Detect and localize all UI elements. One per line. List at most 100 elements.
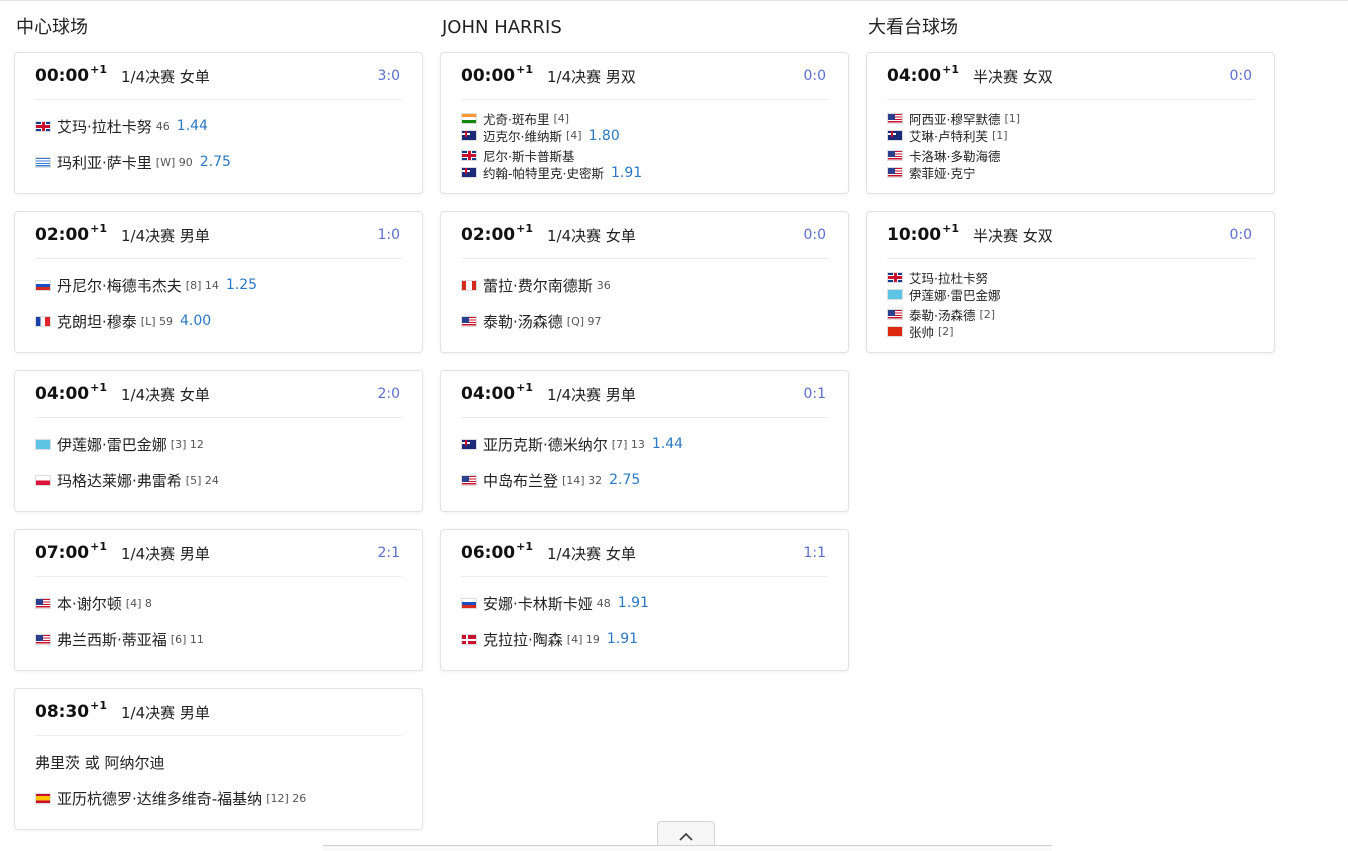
match-card[interactable]: 06:00+1 1/4决赛 女单 1:1 安娜·卡林斯卡娅 48 1.91 克拉拉·陶森 [4… xyxy=(440,529,849,671)
players-list: 阿西亚·穆罕默德 [1] 艾琳·卢特利芙 [1] 卡洛琳·多勒海德 索菲娅·克宁 xyxy=(887,100,1254,181)
match-time: 04:00+1 xyxy=(35,381,107,404)
flag-nz-icon xyxy=(461,130,477,141)
player-odds[interactable]: 1.44 xyxy=(177,118,208,134)
match-card[interactable]: 07:00+1 1/4决赛 男单 2:1 本·谢尔顿 [4] 8 弗兰西斯·蒂亚福 [6] … xyxy=(14,529,423,671)
match-time-value: 00:00 xyxy=(35,66,90,86)
player-name[interactable]: 丹尼尔·梅德韦杰夫 xyxy=(57,275,182,296)
player-odds[interactable]: 1.44 xyxy=(652,436,683,452)
player-odds[interactable]: 1.91 xyxy=(607,631,638,647)
player-odds[interactable]: 2.75 xyxy=(609,472,640,488)
match-time: 08:30+1 xyxy=(35,699,107,722)
flag-us-icon xyxy=(887,309,903,320)
player-name[interactable]: 中岛布兰登 xyxy=(483,470,558,491)
player-odds[interactable]: 1.25 xyxy=(226,277,257,293)
player-name[interactable]: 泰勒·汤森德 xyxy=(483,311,563,332)
flag-cn-icon xyxy=(887,326,903,337)
player-row: 伊莲娜·雷巴金娜 xyxy=(887,286,1254,303)
player-odds[interactable]: 1.91 xyxy=(611,165,642,181)
match-card[interactable]: 02:00+1 1/4决赛 男单 1:0 丹尼尔·梅德韦杰夫 [8] 14 1.25 克朗坦… xyxy=(14,211,423,353)
match-day-offset: +1 xyxy=(516,381,533,394)
player-row: 中岛布兰登 [14] 32 2.75 xyxy=(461,462,828,498)
player-name[interactable]: 迈克尔·维纳斯 xyxy=(483,126,562,145)
player-row: 艾玛·拉杜卡努 xyxy=(887,269,1254,286)
player-seed-rank: [4] xyxy=(565,129,582,142)
player-seed-rank: [3] 12 xyxy=(170,437,204,451)
flag-ru-icon xyxy=(461,597,477,609)
player-name[interactable]: 本·谢尔顿 xyxy=(57,593,122,614)
match-day-offset: +1 xyxy=(942,63,959,76)
players-list: 亚历克斯·德米纳尔 [7] 13 1.44 中岛布兰登 [14] 32 2.75 xyxy=(461,418,828,498)
player-row: 阿西亚·穆罕默德 [1] xyxy=(887,110,1254,127)
player-name[interactable]: 弗兰西斯·蒂亚福 xyxy=(57,629,167,650)
match-time-value: 04:00 xyxy=(35,384,90,404)
player-name[interactable]: 亚历杭德罗·达维多维奇-福基纳 xyxy=(57,788,262,809)
flag-in-icon xyxy=(461,113,477,124)
match-day-offset: +1 xyxy=(90,381,107,394)
player-seed-rank: [2] xyxy=(938,325,954,338)
flag-au-icon xyxy=(461,438,477,450)
match-score: 1:1 xyxy=(803,545,826,561)
match-card[interactable]: 00:00+1 1/4决赛 男双 0:0 尤奇·斑布里 [4] 迈克尔·维纳斯 [4] 1.8… xyxy=(440,52,849,194)
match-round: 1/4决赛 女单 xyxy=(121,385,210,404)
player-odds[interactable]: 4.00 xyxy=(180,313,211,329)
player-row: 玛利亚·萨卡里 [W] 90 2.75 xyxy=(35,144,402,180)
match-card[interactable]: 04:00+1 1/4决赛 女单 2:0 伊莲娜·雷巴金娜 [3] 12 玛格达莱娜·弗雷… xyxy=(14,370,423,512)
player-name[interactable]: 艾琳·卢特利芙 xyxy=(909,126,988,145)
flag-us-icon xyxy=(35,633,51,645)
match-round: 半决赛 女双 xyxy=(973,226,1053,245)
match-time-value: 04:00 xyxy=(887,66,942,86)
match-round: 半决赛 女双 xyxy=(973,67,1053,86)
flag-ru-icon xyxy=(35,279,51,291)
match-header: 07:00+1 1/4决赛 男单 2:1 xyxy=(35,530,402,577)
player-name[interactable]: 索菲娅·克宁 xyxy=(909,163,975,182)
match-score: 1:0 xyxy=(377,227,400,243)
player-odds[interactable]: 2.75 xyxy=(200,154,231,170)
player-seed-rank: 46 xyxy=(155,119,170,133)
player-name[interactable]: 玛格达莱娜·弗雷希 xyxy=(57,470,182,491)
player-name[interactable]: 克朗坦·穆泰 xyxy=(57,311,137,332)
match-card[interactable]: 04:00+1 半决赛 女双 0:0 阿西亚·穆罕默德 [1] 艾琳·卢特利芙 [1] 卡洛琳… xyxy=(866,52,1275,194)
match-time-value: 02:00 xyxy=(35,225,90,245)
player-odds[interactable]: 1.80 xyxy=(589,128,620,144)
match-card[interactable]: 10:00+1 半决赛 女双 0:0 艾玛·拉杜卡努 伊莲娜·雷巴金娜 泰勒·汤森德 [2]… xyxy=(866,211,1275,353)
player-name[interactable]: 玛利亚·萨卡里 xyxy=(57,152,152,173)
player-odds[interactable]: 1.91 xyxy=(618,595,649,611)
player-name[interactable]: 伊莲娜·雷巴金娜 xyxy=(909,285,1000,304)
court-title: JOHN HARRIS xyxy=(442,17,562,38)
player-name[interactable]: 安娜·卡林斯卡娅 xyxy=(483,593,593,614)
flag-gb-icon xyxy=(461,150,477,161)
court-title: 大看台球场 xyxy=(868,17,958,38)
match-time: 02:00+1 xyxy=(461,222,533,245)
match-card[interactable]: 08:30+1 1/4决赛 男单 弗里茨 或 阿纳尔迪 亚历杭德罗·达维多维奇-福基纳… xyxy=(14,688,423,830)
match-card[interactable]: 04:00+1 1/4决赛 男单 0:1 亚历克斯·德米纳尔 [7] 13 1.44 中岛布… xyxy=(440,370,849,512)
player-row: 蕾拉·费尔南德斯 36 xyxy=(461,267,828,303)
flag-kz-icon xyxy=(887,289,903,300)
match-card[interactable]: 02:00+1 1/4决赛 女单 0:0 蕾拉·费尔南德斯 36 泰勒·汤森德 [Q] 97 xyxy=(440,211,849,353)
player-row: 艾琳·卢特利芙 [1] xyxy=(887,127,1254,144)
player-name[interactable]: 亚历克斯·德米纳尔 xyxy=(483,434,608,455)
player-seed-rank: [1] xyxy=(991,129,1008,142)
player-name[interactable]: 艾玛·拉杜卡努 xyxy=(57,116,152,137)
player-row: 张帅 [2] xyxy=(887,323,1254,340)
match-time: 00:00+1 xyxy=(35,63,107,86)
player-name[interactable]: 张帅 xyxy=(909,322,934,341)
match-card[interactable]: 00:00+1 1/4决赛 女单 3:0 艾玛·拉杜卡努 46 1.44 玛利亚·萨卡里 [W… xyxy=(14,52,423,194)
player-seed-rank: [Q] 97 xyxy=(566,314,602,328)
player-row: 克朗坦·穆泰 [L] 59 4.00 xyxy=(35,303,402,339)
player-name[interactable]: 克拉拉·陶森 xyxy=(483,629,563,650)
player-seed-rank: [8] 14 xyxy=(185,278,219,292)
player-seed-rank: [L] 59 xyxy=(140,314,173,328)
match-round: 1/4决赛 男单 xyxy=(121,226,210,245)
player-name[interactable]: 伊莲娜·雷巴金娜 xyxy=(57,434,167,455)
match-score: 0:1 xyxy=(803,386,826,402)
match-day-offset: +1 xyxy=(942,222,959,235)
player-row: 艾玛·拉杜卡努 46 1.44 xyxy=(35,108,402,144)
player-name[interactable]: 约翰-帕特里克·史密斯 xyxy=(483,163,604,182)
player-name[interactable]: 蕾拉·费尔南德斯 xyxy=(483,275,593,296)
flag-nz-icon xyxy=(887,130,903,141)
player-row: 伊莲娜·雷巴金娜 [3] 12 xyxy=(35,426,402,462)
match-time: 06:00+1 xyxy=(461,540,533,563)
players-list: 本·谢尔顿 [4] 8 弗兰西斯·蒂亚福 [6] 11 xyxy=(35,577,402,657)
match-round: 1/4决赛 女单 xyxy=(547,544,636,563)
flag-fr-icon xyxy=(35,315,51,327)
